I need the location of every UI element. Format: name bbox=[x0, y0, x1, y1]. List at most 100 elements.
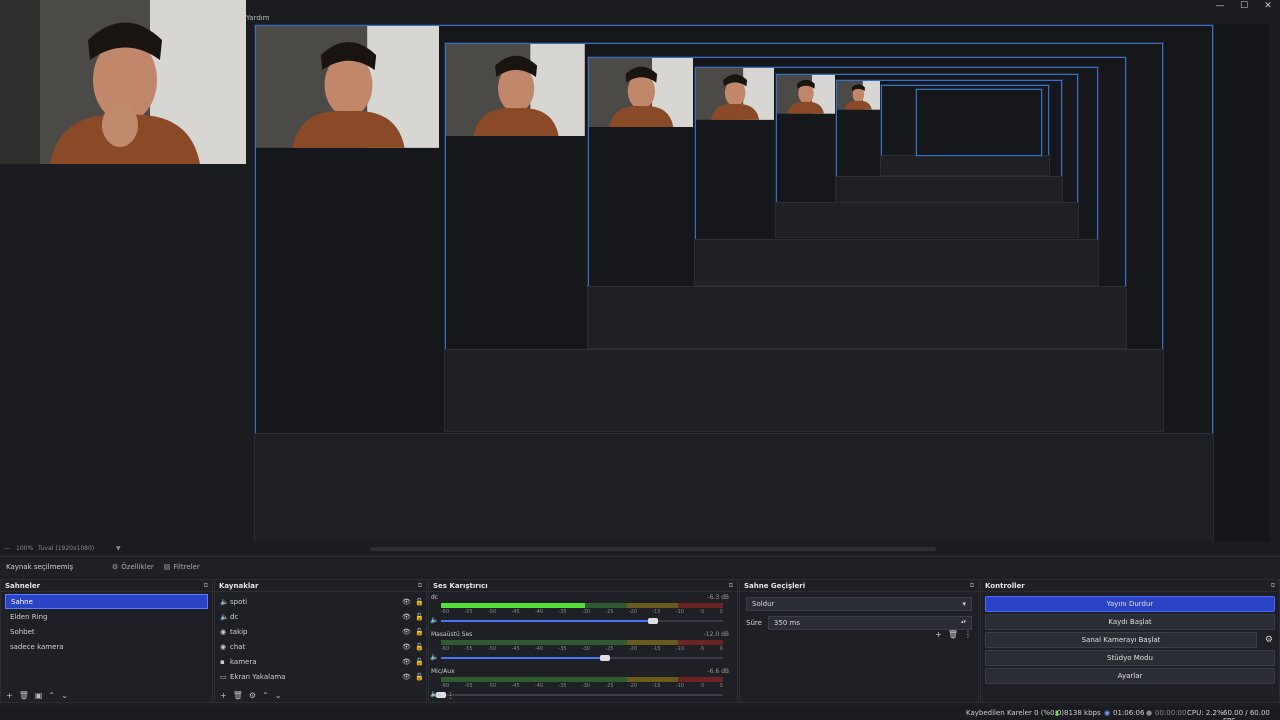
trash-icon[interactable]: 🗑 bbox=[948, 630, 958, 639]
channel-name: Masaüstü Ses bbox=[431, 631, 473, 638]
scene-item[interactable]: Elden Ring bbox=[5, 609, 208, 624]
controls-title: Kontroller bbox=[985, 582, 1025, 590]
properties-button[interactable]: ⚙ Özellikler bbox=[112, 563, 154, 571]
source-name: dc bbox=[230, 612, 239, 621]
arrow-up-icon[interactable]: ⌃ bbox=[262, 691, 269, 700]
add-icon[interactable]: + bbox=[935, 630, 942, 639]
properties-label: Özellikler bbox=[121, 562, 154, 571]
source-name: takip bbox=[230, 627, 248, 636]
more-icon[interactable]: ⋮ bbox=[964, 630, 972, 639]
undock-icon[interactable]: ⧉ bbox=[204, 582, 208, 589]
eye-icon[interactable]: 👁 bbox=[400, 613, 413, 621]
studio-mode-button[interactable]: Stüdyo Modu bbox=[985, 650, 1275, 666]
trash-icon[interactable]: 🗑 bbox=[19, 691, 29, 700]
slider-knob[interactable] bbox=[599, 655, 610, 661]
eye-icon[interactable]: 👁 bbox=[400, 643, 413, 651]
record-icon: ● bbox=[1146, 709, 1153, 717]
tick-label: -55 bbox=[464, 609, 473, 615]
arrow-down-icon[interactable]: ⌄ bbox=[61, 691, 68, 700]
scene-item[interactable]: Sohbet bbox=[5, 624, 208, 639]
undock-icon[interactable]: ⧉ bbox=[418, 582, 422, 589]
scene-item[interactable]: Sahne bbox=[5, 594, 208, 609]
filters-button[interactable]: ▤ Filtreler bbox=[164, 563, 200, 571]
stream-time: 01:06:06 bbox=[1113, 709, 1145, 717]
bitrate: 8138 kbps bbox=[1064, 709, 1101, 717]
sources-dock: Kaynaklar ⧉ 🔈 spoti 👁 🔓 🔈 dc 👁 🔓 ◉ takip 👁 🔓 ◉ chat… bbox=[214, 579, 427, 703]
source-name: chat bbox=[230, 642, 246, 651]
tick-label: -60 bbox=[441, 609, 450, 615]
duration-spinbox[interactable]: 350 ms ▴▾ bbox=[767, 616, 972, 630]
arrow-up-icon[interactable]: ⌃ bbox=[48, 691, 55, 700]
source-row[interactable]: ▭ Ekran Yakalama 👁 🔓 bbox=[215, 669, 426, 684]
tick-label: 0 bbox=[719, 609, 723, 615]
gear-icon[interactable]: ⚙ bbox=[249, 691, 256, 700]
start-virtual-camera-button[interactable]: Sanal Kamerayı Başlat ⚙ bbox=[985, 632, 1273, 648]
minimize-icon[interactable]: — bbox=[1208, 0, 1232, 12]
webcam-feed bbox=[0, 0, 246, 164]
no-source-selected: Kaynak seçilmemiş bbox=[6, 562, 74, 571]
source-row[interactable]: ◉ chat 👁 🔓 bbox=[215, 639, 426, 654]
tick-label: -60 bbox=[441, 646, 450, 652]
stop-streaming-button[interactable]: Yayını Durdur bbox=[985, 596, 1275, 612]
filter-icon[interactable]: ▣ bbox=[35, 691, 43, 700]
gear-icon: ⚙ bbox=[112, 562, 119, 571]
tick-label: -10 bbox=[675, 609, 685, 615]
volume-slider[interactable] bbox=[441, 655, 723, 661]
undock-icon[interactable]: ⧉ bbox=[729, 582, 733, 589]
status-bar: Kaybedilen Kareler 0 (%0.0) ▮ 8138 kbps … bbox=[0, 706, 1280, 720]
source-name: Ekran Yakalama bbox=[230, 672, 286, 681]
cpu-usage: CPU: 2.2% bbox=[1187, 709, 1224, 717]
tick-label: -30 bbox=[581, 609, 591, 615]
tick-label: -45 bbox=[511, 646, 520, 652]
zoom-dropdown-icon[interactable]: — bbox=[4, 545, 10, 552]
close-icon[interactable]: ✕ bbox=[1256, 0, 1280, 12]
source-name: kamera bbox=[230, 657, 257, 666]
scene-item[interactable]: sadece kamera bbox=[5, 639, 208, 654]
gear-icon[interactable]: ⚙ bbox=[1265, 635, 1273, 645]
globe-icon: ◉ bbox=[220, 642, 227, 651]
source-row[interactable]: 🔈 spoti 👁 🔓 bbox=[215, 594, 426, 609]
tick-label: -35 bbox=[558, 609, 567, 615]
undock-icon[interactable]: ⧉ bbox=[970, 582, 974, 589]
link-icon[interactable]: ⚯ bbox=[434, 691, 441, 700]
lock-icon[interactable]: 🔓 bbox=[413, 628, 426, 636]
trash-icon[interactable]: 🗑 bbox=[233, 691, 243, 700]
transitions-dock: Sahne Geçişleri ⧉ Soldur ▾ Süre 350 ms ▴▾ +… bbox=[739, 579, 979, 703]
start-recording-button[interactable]: Kaydı Başlat bbox=[985, 614, 1275, 630]
add-icon[interactable]: + bbox=[220, 691, 227, 700]
lock-icon[interactable]: 🔓 bbox=[413, 673, 426, 681]
preview-canvas[interactable]: Yardım bbox=[0, 0, 1280, 542]
eye-icon[interactable]: 👁 bbox=[400, 658, 413, 666]
speaker-icon[interactable]: 🔈 bbox=[430, 616, 439, 624]
lock-icon[interactable]: 🔓 bbox=[413, 613, 426, 621]
eye-icon[interactable]: 👁 bbox=[400, 628, 413, 636]
mixer-title: Ses Karıştırıcı bbox=[433, 582, 488, 590]
eye-icon[interactable]: 👁 bbox=[400, 673, 413, 681]
spin-arrows-icon[interactable]: ▴▾ bbox=[961, 619, 966, 627]
transition-select[interactable]: Soldur ▾ bbox=[746, 597, 972, 611]
slider-knob[interactable] bbox=[647, 618, 658, 624]
undock-icon[interactable]: ⧉ bbox=[1271, 582, 1275, 589]
meter-ticks: -60 -55 -50 -45 -40 -35 -30 -25 -20 -15 -10 -5 0 bbox=[441, 609, 723, 615]
zoom-level[interactable]: 100% bbox=[16, 545, 33, 552]
tick-label: 0 bbox=[719, 646, 723, 652]
tick-label: -15 bbox=[652, 609, 661, 615]
maximize-icon[interactable]: ☐ bbox=[1232, 0, 1256, 12]
arrow-down-icon[interactable]: ⌄ bbox=[275, 691, 282, 700]
tick-label: -25 bbox=[605, 646, 614, 652]
source-row[interactable]: 🔈 dc 👁 🔓 bbox=[215, 609, 426, 624]
lock-icon[interactable]: 🔓 bbox=[413, 598, 426, 606]
chevron-down-icon[interactable]: ▼ bbox=[116, 545, 121, 552]
settings-button[interactable]: Ayarlar bbox=[985, 668, 1275, 684]
eye-icon[interactable]: 👁 bbox=[400, 598, 413, 606]
add-icon[interactable]: + bbox=[6, 691, 13, 700]
source-row[interactable]: ◉ takip 👁 🔓 bbox=[215, 624, 426, 639]
lock-icon[interactable]: 🔓 bbox=[413, 658, 426, 666]
preview-scrollbar[interactable] bbox=[370, 547, 936, 551]
volume-slider[interactable] bbox=[441, 618, 723, 624]
tick-label: -50 bbox=[487, 646, 497, 652]
speaker-icon[interactable]: 🔈 bbox=[430, 653, 439, 661]
lock-icon[interactable]: 🔓 bbox=[413, 643, 426, 651]
source-row[interactable]: ▪ kamera 👁 🔓 bbox=[215, 654, 426, 669]
more-icon[interactable]: ⋮ bbox=[447, 691, 455, 700]
